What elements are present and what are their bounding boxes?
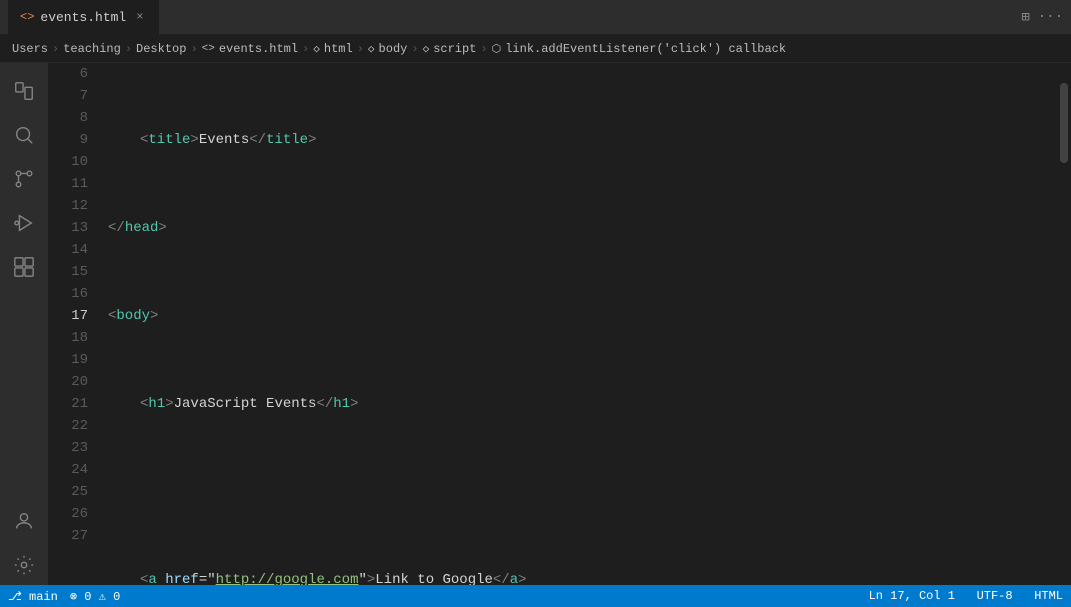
search-icon[interactable] [4, 115, 44, 155]
code-line-7: </head> [108, 217, 1071, 239]
extensions-icon[interactable] [4, 247, 44, 287]
editor-tab[interactable]: <> events.html × [8, 0, 160, 35]
breadcrumb-filename[interactable]: events.html [219, 42, 298, 56]
breadcrumb-script-icon: ◇ [423, 42, 430, 56]
tab-filename: events.html [40, 10, 126, 25]
split-editor-button[interactable]: ⊞ [1021, 9, 1029, 26]
code-line-10 [108, 481, 1071, 503]
breadcrumb-callback[interactable]: link.addEventListener('click') callback [505, 42, 786, 56]
code-area[interactable]: 6 7 8 9 10 11 12 13 14 15 16 17 18 19 20… [48, 63, 1071, 585]
main-area: 6 7 8 9 10 11 12 13 14 15 16 17 18 19 20… [0, 63, 1071, 585]
vertical-scrollbar[interactable] [1057, 63, 1071, 585]
explorer-icon[interactable] [4, 71, 44, 111]
breadcrumb-script[interactable]: script [433, 42, 476, 56]
breadcrumb-callback-icon: ⬡ [492, 42, 502, 56]
settings-icon[interactable] [4, 545, 44, 585]
title-bar: <> events.html × ⊞ ··· [0, 0, 1071, 35]
editor[interactable]: 6 7 8 9 10 11 12 13 14 15 16 17 18 19 20… [48, 63, 1071, 585]
line-numbers: 6 7 8 9 10 11 12 13 14 15 16 17 18 19 20… [48, 63, 100, 585]
breadcrumb-html-icon: ◇ [313, 42, 320, 56]
tab-close-button[interactable]: × [132, 8, 147, 26]
tab-file-icon: <> [20, 10, 34, 24]
account-icon[interactable] [4, 501, 44, 541]
status-branch: ⎇ main [8, 589, 58, 604]
code-editor[interactable]: <title>Events</title> </head> <body> <h1… [100, 63, 1071, 585]
breadcrumb-html[interactable]: html [324, 42, 353, 56]
code-line-6: <title>Events</title> [108, 129, 1071, 151]
breadcrumb-body[interactable]: body [379, 42, 408, 56]
title-bar-actions: ⊞ ··· [1021, 9, 1063, 26]
code-line-9: <h1>JavaScript Events</h1> [108, 393, 1071, 415]
breadcrumb-desktop[interactable]: Desktop [136, 42, 186, 56]
status-right: Ln 17, Col 1 UTF-8 HTML [869, 589, 1063, 603]
breadcrumb-body-icon: ◇ [368, 42, 375, 56]
status-bar: ⎇ main ⊗ 0 ⚠ 0 Ln 17, Col 1 UTF-8 HTML [0, 585, 1071, 607]
breadcrumb-teaching[interactable]: teaching [63, 42, 121, 56]
breadcrumb-file-icon: <> [202, 43, 215, 55]
source-control-icon[interactable] [4, 159, 44, 199]
breadcrumb-users[interactable]: Users [12, 42, 48, 56]
run-debug-icon[interactable] [4, 203, 44, 243]
code-line-8: <body> [108, 305, 1071, 327]
breadcrumb: Users › teaching › Desktop › <> events.h… [0, 35, 1071, 63]
activity-bar [0, 63, 48, 585]
scrollbar-thumb[interactable] [1060, 83, 1068, 163]
more-actions-button[interactable]: ··· [1038, 9, 1063, 26]
code-line-11: <a href="http://google.com">Link to Goog… [108, 569, 1071, 585]
status-errors: ⊗ 0 ⚠ 0 [70, 589, 120, 604]
